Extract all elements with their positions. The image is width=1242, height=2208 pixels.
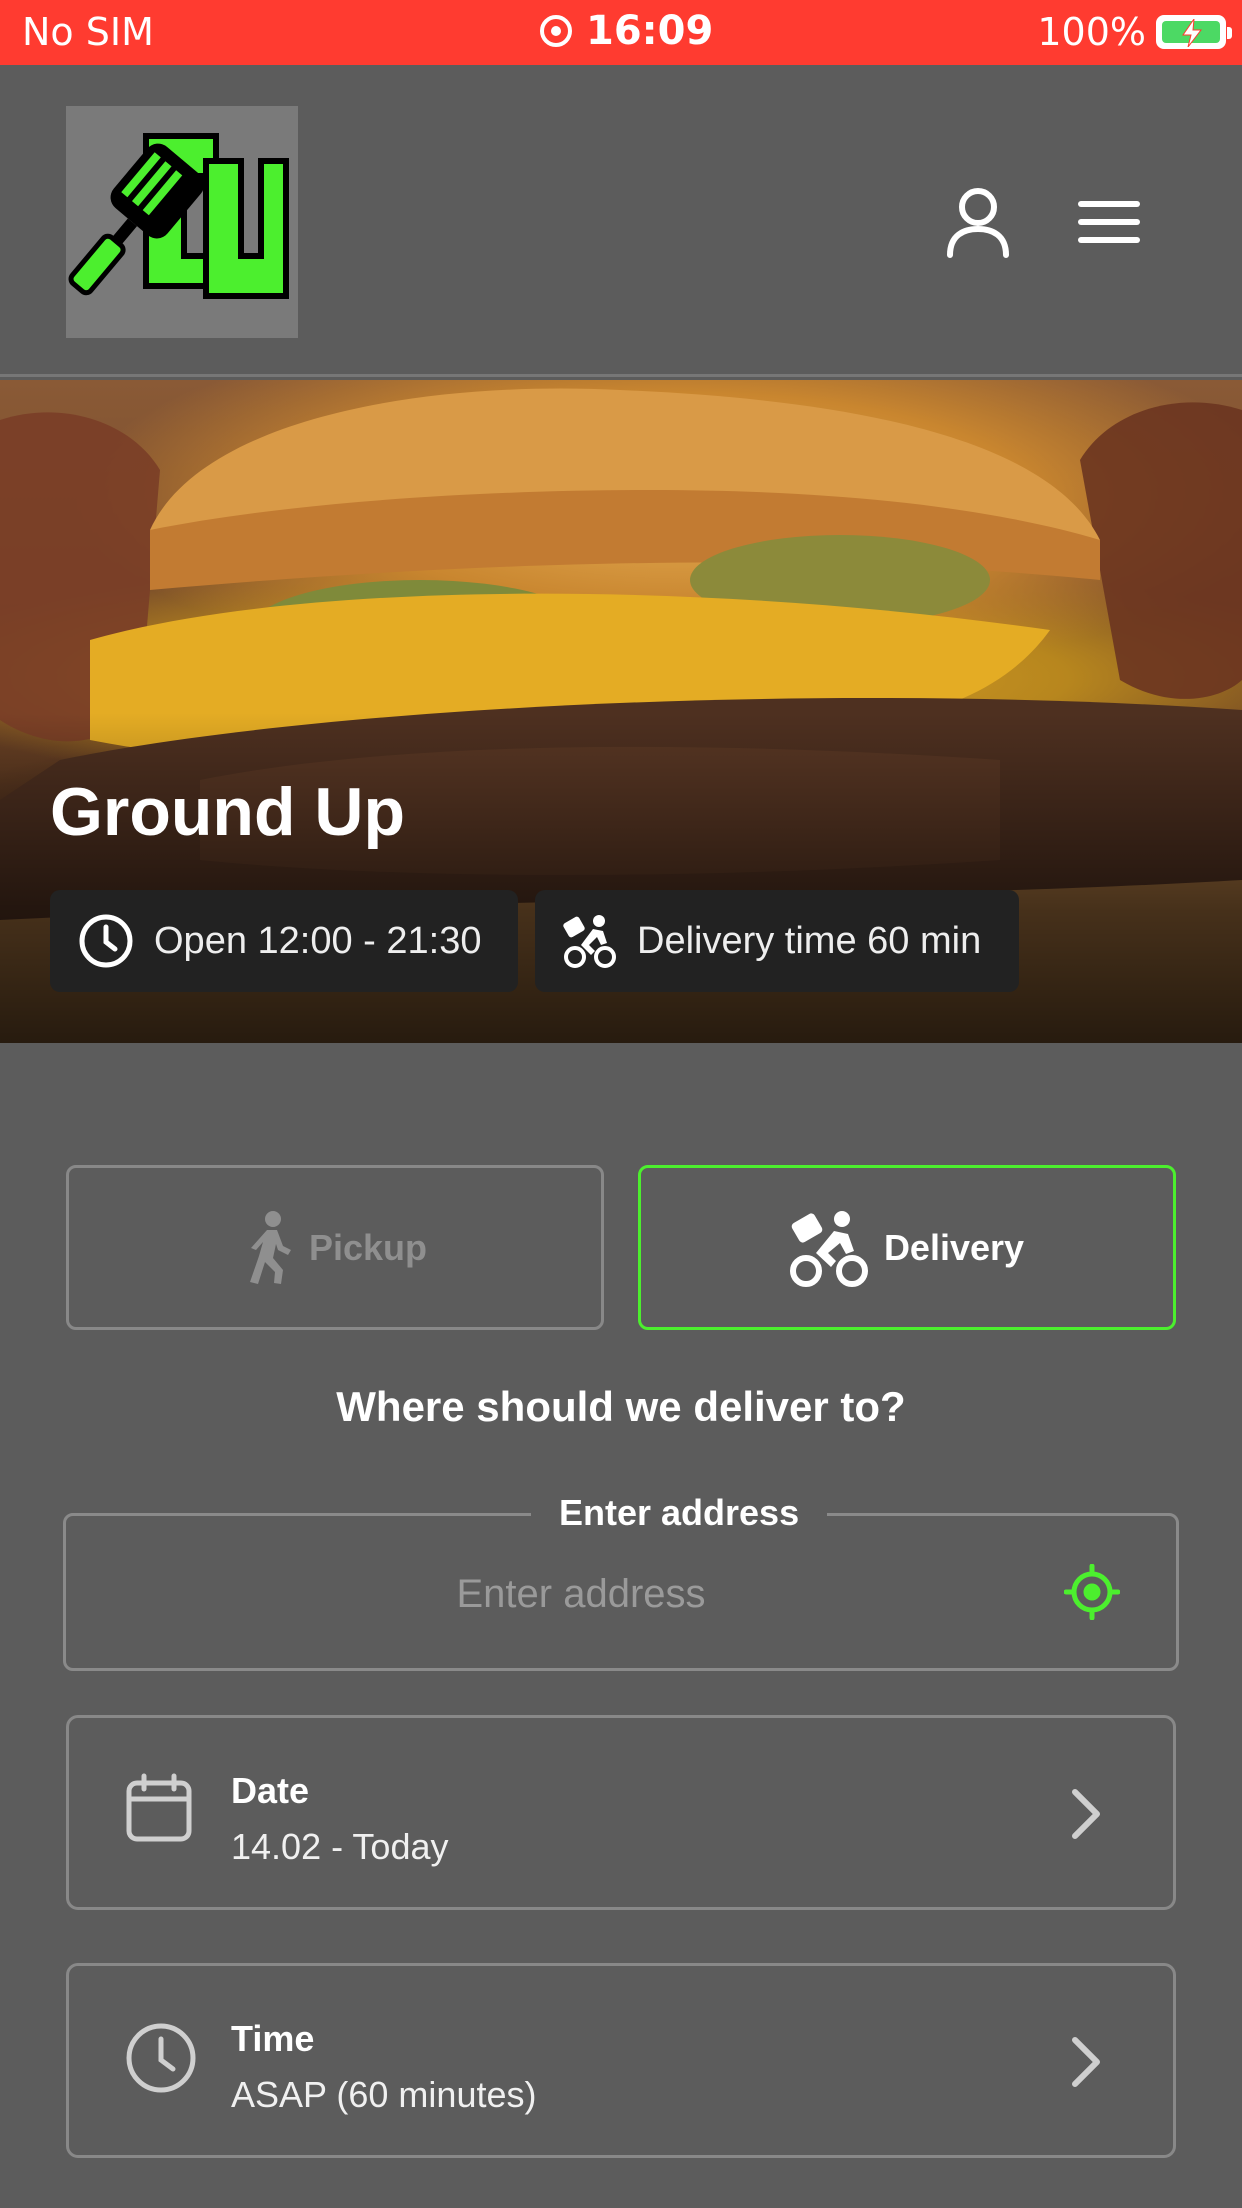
battery-charging-icon <box>1156 15 1232 49</box>
time-selector[interactable]: Time ASAP (60 minutes) <box>66 1963 1176 2158</box>
date-title: Date <box>231 1770 310 1811</box>
battery-percent: 100% <box>1037 10 1146 54</box>
hero-banner: Ground Up Open 12:00 - 21:30 Delivery ti… <box>0 380 1242 1043</box>
delivery-label: Delivery <box>883 1226 1025 1268</box>
person-icon[interactable] <box>946 187 1010 264</box>
locate-me-icon[interactable] <box>1063 1563 1121 1625</box>
clock-icon <box>79 914 133 968</box>
restaurant-logo[interactable] <box>66 106 298 338</box>
pickup-label: Pickup <box>308 1226 428 1268</box>
opening-hours-chip: Open 12:00 - 21:30 <box>50 890 518 992</box>
battery-status: 100% <box>1037 10 1232 54</box>
date-selector[interactable]: Date 14.02 - Today <box>66 1715 1176 1910</box>
clock: 16:09 <box>540 8 713 54</box>
delivery-question: Where should we deliver to? <box>336 1383 906 1430</box>
status-bar: No SIM 16:09 100% <box>0 0 1242 65</box>
clock-icon <box>124 2021 198 2100</box>
date-value: 14.02 - Today <box>231 1826 449 1867</box>
time-value: ASAP (60 minutes) <box>231 2074 537 2115</box>
chevron-right-icon <box>1069 1786 1103 1847</box>
hamburger-menu-icon[interactable] <box>1078 200 1140 249</box>
pickup-button[interactable]: Pickup <box>66 1165 604 1330</box>
status-time: 16:09 <box>586 8 714 54</box>
delivery-time-chip: Delivery time 60 min <box>535 890 1019 992</box>
restaurant-name: Ground Up <box>50 774 406 850</box>
delivery-button[interactable]: Delivery <box>638 1165 1176 1330</box>
calendar-icon <box>124 1773 194 1848</box>
carrier-label: No SIM <box>22 10 154 54</box>
address-field: Enter address <box>63 1492 1179 1671</box>
address-legend: Enter address <box>531 1492 828 1534</box>
delivery-bike-icon <box>789 1210 868 1287</box>
delivery-bike-icon <box>563 915 616 968</box>
app-header <box>0 65 1242 377</box>
time-title: Time <box>231 2018 315 2059</box>
chevron-right-icon <box>1069 2034 1103 2095</box>
walking-person-icon <box>249 1210 291 1284</box>
address-input[interactable] <box>126 1571 1036 1618</box>
screen-recording-icon <box>540 15 572 47</box>
delivery-time-label: Delivery time 60 min <box>637 919 982 962</box>
opening-hours-label: Open 12:00 - 21:30 <box>154 919 482 962</box>
